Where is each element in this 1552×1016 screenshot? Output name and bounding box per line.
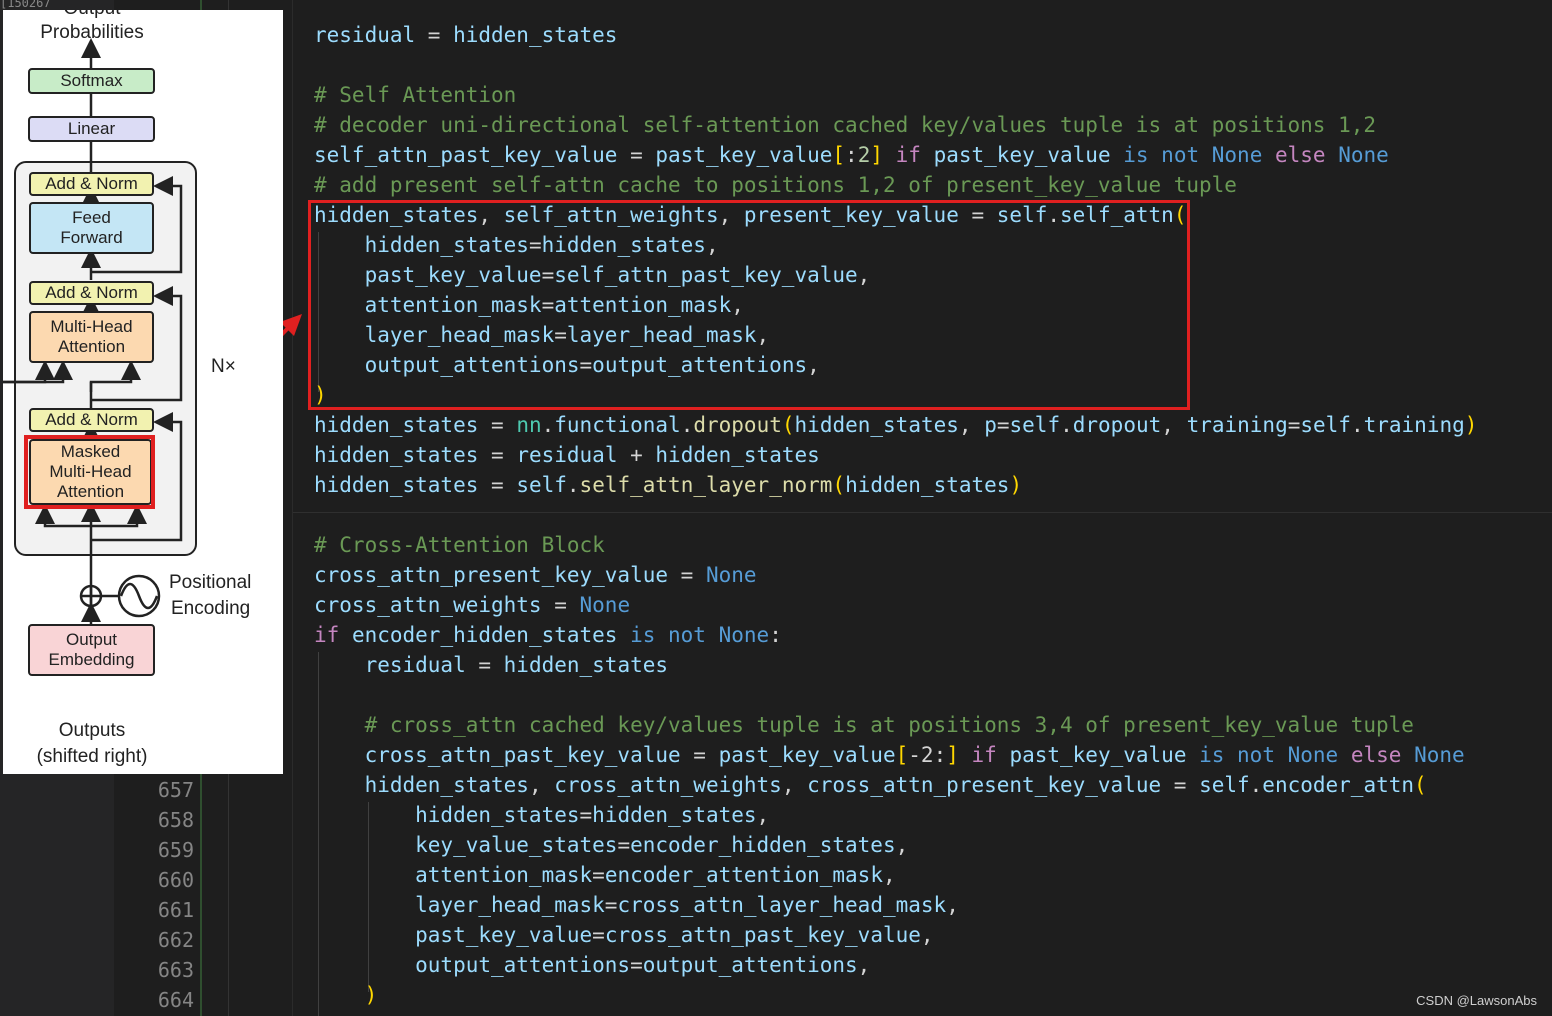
code-line: # Cross-Attention Block (314, 533, 605, 557)
code-line: attention_mask=encoder_attention_mask, (314, 863, 896, 887)
line-number: 662 (157, 928, 194, 952)
code-line: # add present self-attn cache to positio… (314, 173, 1237, 197)
output-embedding-box: Output Embedding (28, 624, 155, 676)
output-probabilities-label: Probabilities (40, 22, 144, 43)
self-attention-highlight-box (308, 200, 1190, 410)
code-line: hidden_states=hidden_states, (314, 803, 770, 827)
line-number: 663 (157, 958, 194, 982)
code-line: cross_attn_past_key_value = past_key_val… (314, 743, 1465, 767)
multi-head-attention-box: Multi-Head Attention (29, 311, 154, 363)
feed-forward-box: Feed Forward (29, 202, 154, 254)
code-line: # decoder uni-directional self-attention… (314, 113, 1377, 137)
code-line: cross_attn_weights = None (314, 593, 631, 617)
line-number: 660 (157, 868, 194, 892)
line-number: 659 (157, 838, 194, 862)
line-number: 657 (157, 778, 194, 802)
code-line: # Self Attention (314, 83, 517, 107)
code-line: residual = hidden_states (314, 653, 669, 677)
code-line: cross_attn_present_key_value = None (314, 563, 757, 587)
line-number: 661 (157, 898, 194, 922)
masked-attention-highlight (24, 435, 155, 509)
code-line: output_attentions=output_attentions, (314, 953, 871, 977)
code-line: layer_head_mask=cross_attn_layer_head_ma… (314, 893, 959, 917)
softmax-box: Softmax (28, 68, 155, 94)
positional-encoding-label: Positional (169, 572, 252, 593)
code-line: if encoder_hidden_states is not None: (314, 623, 782, 647)
linear-box: Linear (28, 116, 155, 142)
code-line: hidden_states = self.self_attn_layer_nor… (314, 473, 1023, 497)
code-line: self_attn_past_key_value = past_key_valu… (314, 143, 1389, 167)
code-line: # cross_attn cached key/values tuple is … (314, 713, 1414, 737)
line-number: 658 (157, 808, 194, 832)
code-lines: residual = hidden_states # Self Attentio… (314, 20, 1477, 1010)
code-line: hidden_states = residual + hidden_states (314, 443, 820, 467)
code-line: past_key_value=cross_attn_past_key_value… (314, 923, 934, 947)
background-breadcrumb: [150267 (0, 0, 51, 10)
outputs-label: Outputs (58, 720, 126, 741)
transformer-decoder-diagram: Output Probabilities Softmax Linear Add … (3, 10, 283, 774)
add-norm-box: Add & Norm (29, 172, 154, 196)
output-label-top: Output (17, 10, 167, 20)
nx-label: N× (211, 356, 236, 377)
code-line: key_value_states=encoder_hidden_states, (314, 833, 909, 857)
code-line: ) (314, 983, 378, 1007)
code-line: hidden_states = nn.functional.dropout(hi… (314, 413, 1478, 437)
add-norm-box: Add & Norm (29, 408, 154, 432)
line-number: 664 (157, 988, 194, 1012)
positional-encoding-label-2: Encoding (171, 598, 251, 619)
outputs-shifted-label: (shifted right) (36, 746, 148, 767)
code-line: hidden_states, cross_attn_weights, cross… (314, 773, 1427, 797)
watermark: CSDN @LawsonAbs (1416, 993, 1537, 1008)
add-norm-box: Add & Norm (29, 281, 154, 305)
code-editor[interactable]: residual = hidden_states # Self Attentio… (292, 0, 1552, 1016)
code-line: residual = hidden_states (314, 23, 618, 47)
